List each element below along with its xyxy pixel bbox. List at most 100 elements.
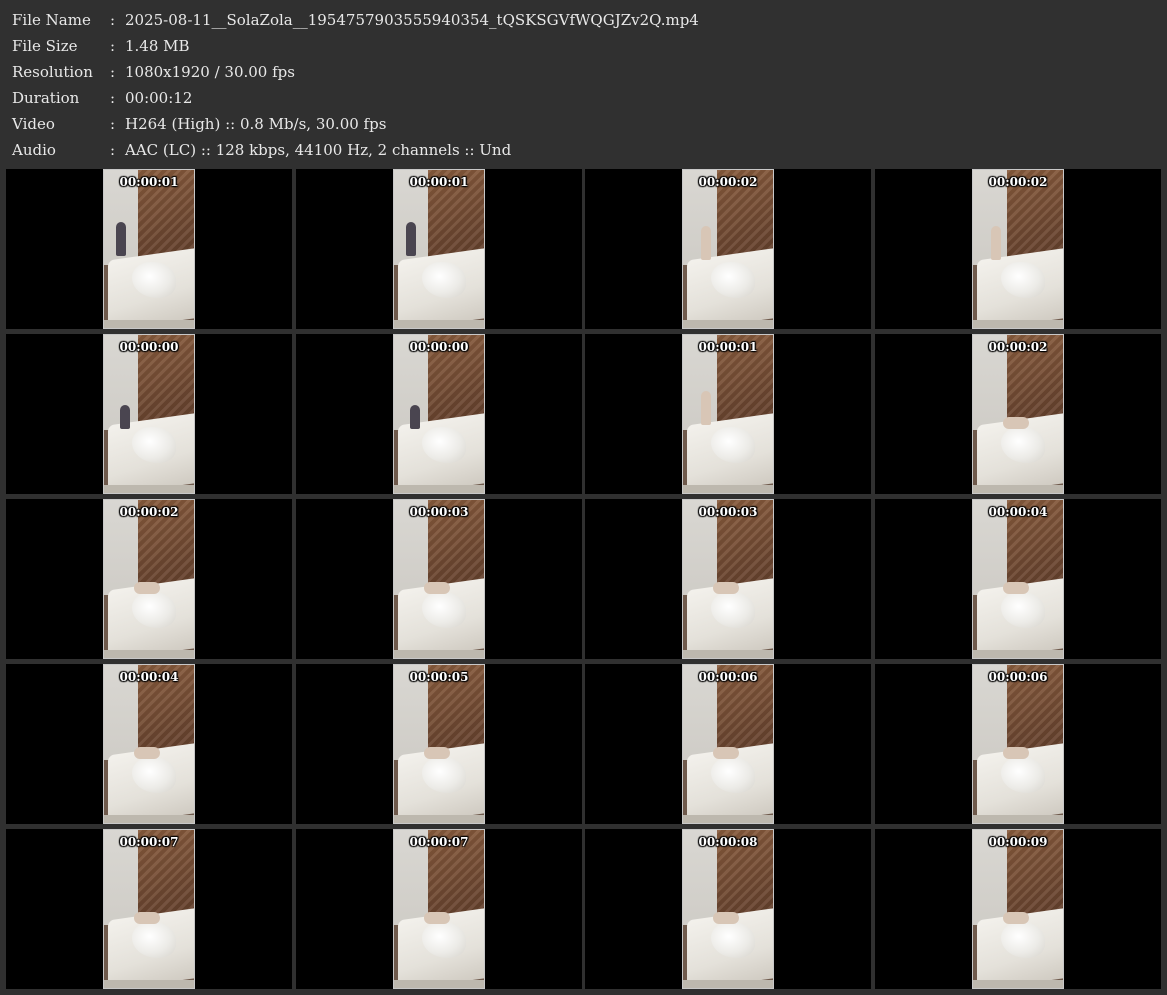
frame-mattress-edge <box>973 980 1063 988</box>
frame-mattress-edge <box>973 320 1063 328</box>
thumbnail-cell: 00:00:07 <box>6 829 292 989</box>
frame-timestamp: 00:00:06 <box>698 670 758 684</box>
video-frame-thumbnail: 00:00:05 <box>393 664 485 824</box>
frame-mattress-edge <box>104 485 194 493</box>
frame-person <box>406 222 416 256</box>
video-frame-thumbnail: 00:00:00 <box>393 334 485 494</box>
video-frame-thumbnail: 00:00:07 <box>103 829 195 989</box>
frame-timestamp: 00:00:01 <box>409 175 469 189</box>
thumbnail-cell: 00:00:06 <box>875 664 1161 824</box>
video-frame-thumbnail: 00:00:09 <box>972 829 1064 989</box>
frame-timestamp: 00:00:07 <box>119 835 179 849</box>
thumbnail-cell: 00:00:01 <box>585 334 871 494</box>
frame-person <box>701 391 711 425</box>
frame-person <box>1003 417 1029 429</box>
thumbnail-grid: 00:00:01 00:00:01 00:00:02 00:00:02 00:00:00… <box>0 0 1167 995</box>
frame-mattress-edge <box>973 815 1063 823</box>
video-frame-thumbnail: 00:00:02 <box>103 499 195 659</box>
frame-person <box>1003 912 1029 924</box>
frame-timestamp: 00:00:03 <box>409 505 469 519</box>
frame-mattress-edge <box>104 320 194 328</box>
frame-mattress-edge <box>394 485 484 493</box>
frame-mattress-edge <box>104 815 194 823</box>
video-frame-thumbnail: 00:00:06 <box>682 664 774 824</box>
thumbnail-cell: 00:00:02 <box>6 499 292 659</box>
frame-person <box>713 912 739 924</box>
video-frame-thumbnail: 00:00:07 <box>393 829 485 989</box>
frame-person <box>134 747 160 759</box>
video-frame-thumbnail: 00:00:03 <box>682 499 774 659</box>
thumbnail-cell: 00:00:02 <box>585 169 871 329</box>
frame-timestamp: 00:00:02 <box>988 340 1048 354</box>
thumbnail-cell: 00:00:05 <box>296 664 582 824</box>
frame-mattress-edge <box>394 980 484 988</box>
frame-mattress-edge <box>683 815 773 823</box>
frame-person <box>424 912 450 924</box>
frame-person <box>701 226 711 260</box>
thumbnail-cell: 00:00:06 <box>585 664 871 824</box>
video-frame-thumbnail: 00:00:01 <box>393 169 485 329</box>
frame-timestamp: 00:00:06 <box>988 670 1048 684</box>
frame-timestamp: 00:00:04 <box>988 505 1048 519</box>
thumbnail-cell: 00:00:01 <box>6 169 292 329</box>
frame-timestamp: 00:00:00 <box>409 340 469 354</box>
frame-person <box>410 405 420 429</box>
video-frame-thumbnail: 00:00:00 <box>103 334 195 494</box>
frame-timestamp: 00:00:02 <box>119 505 179 519</box>
frame-timestamp: 00:00:03 <box>698 505 758 519</box>
video-frame-thumbnail: 00:00:03 <box>393 499 485 659</box>
frame-timestamp: 00:00:09 <box>988 835 1048 849</box>
thumbnail-cell: 00:00:00 <box>296 334 582 494</box>
frame-mattress-edge <box>683 485 773 493</box>
frame-person <box>134 582 160 594</box>
video-frame-thumbnail: 00:00:02 <box>972 334 1064 494</box>
frame-person <box>991 226 1001 260</box>
video-frame-thumbnail: 00:00:01 <box>103 169 195 329</box>
frame-person <box>116 222 126 256</box>
thumbnail-cell: 00:00:01 <box>296 169 582 329</box>
frame-timestamp: 00:00:04 <box>119 670 179 684</box>
frame-timestamp: 00:00:02 <box>988 175 1048 189</box>
frame-mattress-edge <box>973 650 1063 658</box>
frame-person <box>134 912 160 924</box>
thumbnail-cell: 00:00:08 <box>585 829 871 989</box>
frame-person <box>713 582 739 594</box>
video-frame-thumbnail: 00:00:01 <box>682 334 774 494</box>
frame-timestamp: 00:00:02 <box>698 175 758 189</box>
frame-timestamp: 00:00:07 <box>409 835 469 849</box>
frame-person <box>424 747 450 759</box>
frame-person <box>424 582 450 594</box>
video-frame-thumbnail: 00:00:08 <box>682 829 774 989</box>
thumbnail-cell: 00:00:04 <box>6 664 292 824</box>
frame-timestamp: 00:00:00 <box>119 340 179 354</box>
thumbnail-cell: 00:00:03 <box>585 499 871 659</box>
thumbnail-cell: 00:00:07 <box>296 829 582 989</box>
frame-person <box>1003 747 1029 759</box>
video-frame-thumbnail: 00:00:02 <box>682 169 774 329</box>
thumbnail-cell: 00:00:03 <box>296 499 582 659</box>
frame-person <box>120 405 130 429</box>
frame-mattress-edge <box>104 650 194 658</box>
frame-mattress-edge <box>683 320 773 328</box>
frame-mattress-edge <box>394 815 484 823</box>
thumbnail-cell: 00:00:09 <box>875 829 1161 989</box>
frame-timestamp: 00:00:01 <box>698 340 758 354</box>
frame-timestamp: 00:00:08 <box>698 835 758 849</box>
video-frame-thumbnail: 00:00:04 <box>972 499 1064 659</box>
video-frame-thumbnail: 00:00:02 <box>972 169 1064 329</box>
frame-mattress-edge <box>973 485 1063 493</box>
thumbnail-cell: 00:00:04 <box>875 499 1161 659</box>
frame-mattress-edge <box>394 650 484 658</box>
thumbnail-cell: 00:00:02 <box>875 169 1161 329</box>
video-frame-thumbnail: 00:00:06 <box>972 664 1064 824</box>
frame-mattress-edge <box>394 320 484 328</box>
frame-person <box>1003 582 1029 594</box>
thumbnail-cell: 00:00:00 <box>6 334 292 494</box>
frame-timestamp: 00:00:05 <box>409 670 469 684</box>
frame-mattress-edge <box>104 980 194 988</box>
frame-mattress-edge <box>683 980 773 988</box>
frame-person <box>713 747 739 759</box>
frame-mattress-edge <box>683 650 773 658</box>
frame-timestamp: 00:00:01 <box>119 175 179 189</box>
thumbnail-cell: 00:00:02 <box>875 334 1161 494</box>
